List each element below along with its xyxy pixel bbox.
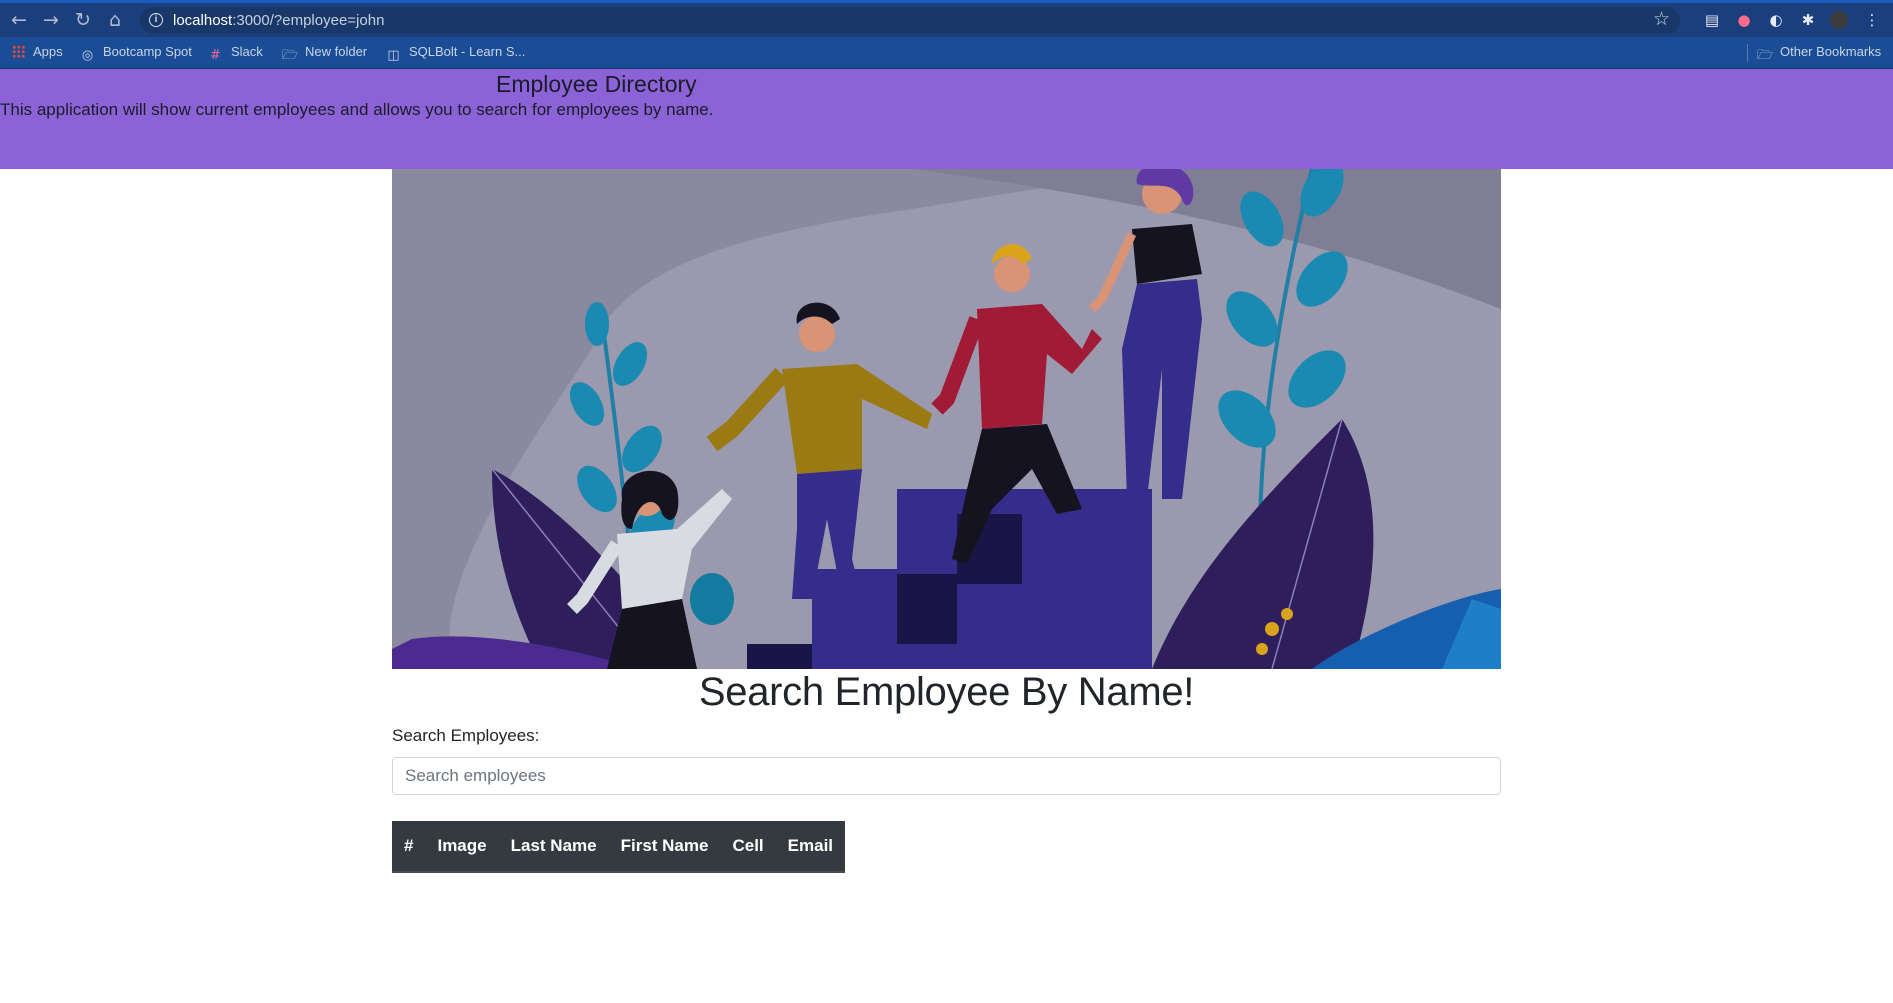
profile-avatar[interactable] [1830, 11, 1848, 29]
column-header-last-name[interactable]: Last Name [498, 821, 609, 873]
team-climbing-stairs-illustration [392, 169, 1501, 669]
bookmark-sqlbolt[interactable]: ◫ SQLBolt - Learn S... [386, 42, 525, 63]
slack-icon: # [210, 48, 221, 63]
bookmarks-bar: Apps ◎ Bootcamp Spot # Slack 🗁 New folder ◫… [0, 37, 1893, 69]
extension-translate-icon[interactable]: ▤ [1702, 10, 1722, 30]
table-header: # Image Last Name First Name Cell Email [392, 821, 846, 873]
bookmarks-separator [1747, 44, 1748, 62]
bookmark-apps[interactable]: Apps [12, 42, 63, 62]
column-header-first-name[interactable]: First Name [608, 821, 721, 873]
extensions-puzzle-icon[interactable]: ✱ [1798, 10, 1818, 30]
folder-icon: 🗁 [282, 48, 299, 63]
url-text[interactable]: localhost:3000/?employee=john [173, 12, 384, 29]
database-icon: ◫ [387, 48, 400, 63]
column-header-cell[interactable]: Cell [720, 821, 776, 873]
apps-grid-icon [12, 45, 25, 58]
bookmark-new-folder[interactable]: 🗁 New folder [282, 42, 367, 63]
home-icon[interactable]: ⌂ [104, 9, 126, 31]
globe-icon: ◎ [81, 48, 94, 63]
extension-circle-icon[interactable]: ◐ [1766, 10, 1786, 30]
menu-kebab-icon[interactable]: ⋮ [1862, 10, 1882, 30]
bookmark-star-icon[interactable]: ☆ [1653, 8, 1670, 30]
hero-illustration [392, 169, 1501, 669]
back-arrow-icon[interactable]: ← [8, 9, 30, 31]
page-title: Employee Directory [496, 71, 697, 97]
extension-record-icon[interactable]: ● [1734, 10, 1754, 30]
column-header-number[interactable]: # [392, 821, 426, 873]
folder-icon: 🗁 [1757, 48, 1774, 63]
bookmark-slack[interactable]: # Slack [208, 42, 263, 63]
reload-icon[interactable]: ↻ [72, 9, 94, 31]
browser-toolbar: ← → ↻ ⌂ i localhost:3000/?employee=john … [0, 0, 1893, 37]
forward-arrow-icon[interactable]: → [40, 9, 62, 31]
search-input[interactable] [392, 757, 1501, 795]
table-header-row: # Image Last Name First Name Cell Email [392, 821, 846, 873]
search-heading: Search Employee By Name! [698, 670, 1195, 714]
page-header: Employee Directory This application will… [0, 69, 1893, 169]
info-icon[interactable]: i [149, 13, 163, 27]
column-header-email[interactable]: Email [775, 821, 846, 873]
bookmark-bootcamp-spot[interactable]: ◎ Bootcamp Spot [80, 42, 192, 63]
search-label: Search Employees: [392, 726, 540, 745]
employee-table: # Image Last Name First Name Cell Email [392, 821, 846, 873]
bookmark-other-bookmarks[interactable]: 🗁 Other Bookmarks [1757, 42, 1881, 63]
page-subtitle: This application will show current emplo… [0, 100, 714, 119]
column-header-image[interactable]: Image [425, 821, 499, 873]
address-bar[interactable]: i localhost:3000/?employee=john ☆ [140, 7, 1680, 34]
